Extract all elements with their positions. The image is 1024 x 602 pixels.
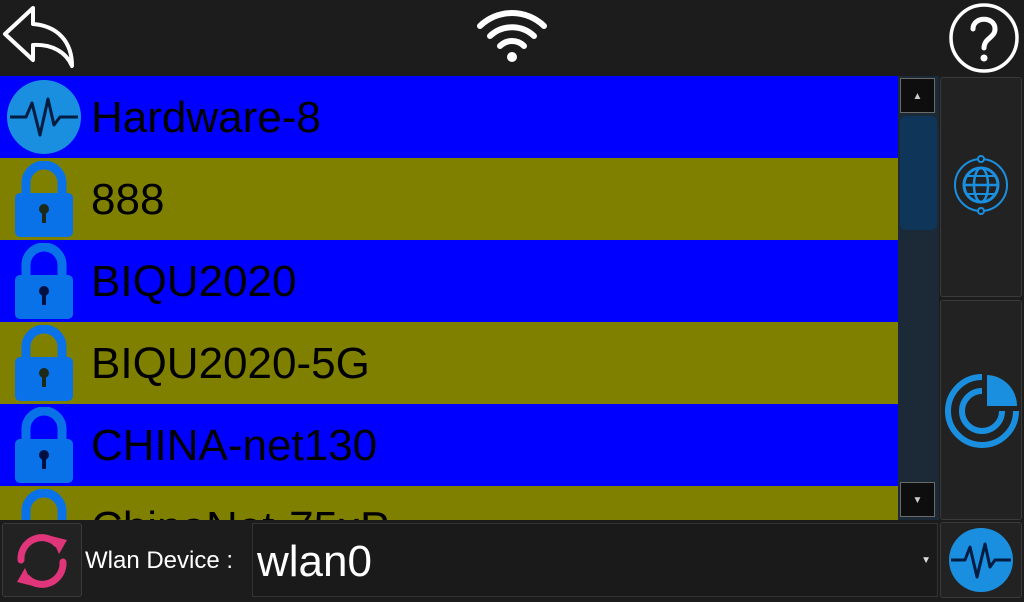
refresh-button[interactable] <box>2 523 82 597</box>
network-row[interactable]: 888 <box>0 158 898 240</box>
scroll-thumb[interactable] <box>900 116 937 230</box>
wlan-device-label: Wlan Device : <box>85 547 234 574</box>
network-row[interactable]: CHINA-net130 <box>0 404 898 486</box>
network-settings-button[interactable] <box>940 77 1022 297</box>
network-ssid: CHINA-net130 <box>91 421 378 470</box>
network-list[interactable]: Hardware-8 888 BIQU2020 BIQU2020-5G CHIN… <box>0 76 898 520</box>
top-bar <box>0 0 1024 76</box>
network-row[interactable]: ChinaNet-75xP <box>0 486 898 520</box>
network-ssid: ChinaNet-75xP <box>91 486 389 520</box>
network-row[interactable]: BIQU2020 <box>0 240 898 322</box>
help-icon <box>949 3 1019 73</box>
back-arrow-icon <box>3 6 74 68</box>
globe-network-icon <box>954 155 1008 215</box>
refresh-icon <box>17 534 67 588</box>
network-row[interactable]: BIQU2020-5G <box>0 322 898 404</box>
help-button[interactable] <box>946 2 1022 74</box>
lock-icon <box>15 243 73 319</box>
lock-icon <box>15 407 73 483</box>
wlan-device-value: wlan0 <box>257 537 372 586</box>
network-ssid: BIQU2020 <box>91 257 297 306</box>
wlan-device-select[interactable]: wlan0 ▼ <box>252 523 938 597</box>
radar-scan-icon <box>945 374 1019 448</box>
bottom-bar: Wlan Device : wlan0 ▼ <box>0 520 1024 600</box>
scroll-up-button[interactable]: ▲ <box>900 78 935 113</box>
chevron-down-icon: ▼ <box>921 555 931 566</box>
network-ssid: 888 <box>91 175 165 224</box>
list-scrollbar[interactable]: ▲ ▼ <box>898 76 939 520</box>
lock-icon <box>21 489 67 520</box>
signal-status-button[interactable] <box>940 522 1022 598</box>
network-ssid: Hardware-8 <box>91 93 321 142</box>
scroll-down-button[interactable]: ▼ <box>900 482 935 517</box>
scan-button[interactable] <box>940 300 1022 520</box>
lock-icon <box>15 325 73 401</box>
network-ssid: BIQU2020-5G <box>91 339 370 388</box>
back-button[interactable] <box>0 2 78 72</box>
signal-wave-icon <box>949 528 1013 592</box>
signal-wave-icon <box>7 80 81 154</box>
wifi-icon <box>476 8 548 64</box>
network-row[interactable]: Hardware-8 <box>0 76 898 158</box>
lock-icon <box>15 161 73 237</box>
